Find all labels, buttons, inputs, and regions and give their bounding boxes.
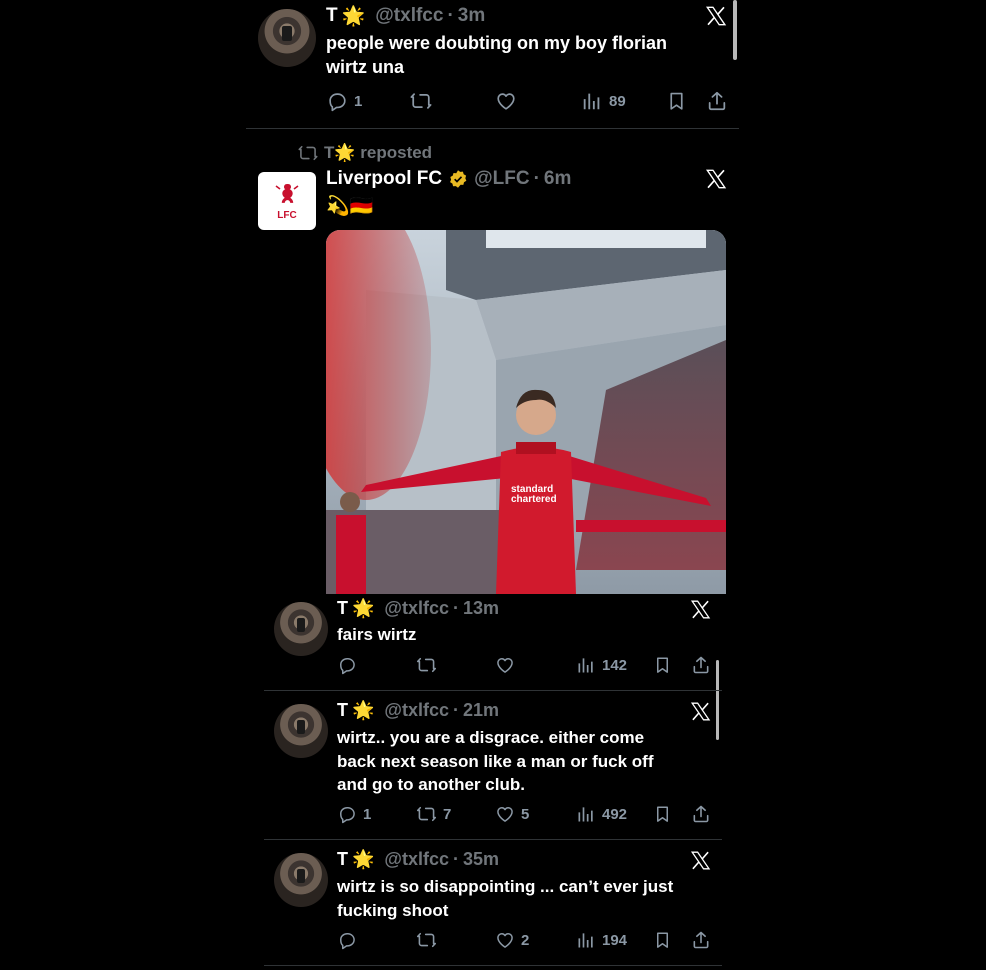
bookmark-button[interactable]	[653, 804, 672, 824]
separator-dot: ·	[453, 849, 459, 869]
like-button[interactable]: 2	[495, 930, 529, 950]
share-button[interactable]	[706, 90, 728, 112]
handle[interactable]: @txlfcc	[384, 598, 449, 619]
separator-dot: ·	[533, 168, 540, 189]
tweet-text: fairs wirtz	[337, 625, 417, 644]
display-name[interactable]: T	[337, 598, 348, 619]
reply-button[interactable]: 1	[326, 90, 362, 112]
handle[interactable]: @txlfcc	[384, 849, 449, 870]
like-count: 2	[521, 931, 530, 949]
x-logo-icon[interactable]	[690, 599, 711, 620]
display-name[interactable]: T	[337, 700, 348, 721]
lfc-avatar[interactable]: LFC	[258, 172, 316, 230]
repost-label: T🌟 reposted	[324, 143, 433, 162]
bookmark-button[interactable]	[653, 655, 672, 675]
reply-count: 1	[354, 92, 363, 110]
share-button[interactable]	[691, 655, 711, 675]
avatar[interactable]	[274, 704, 328, 758]
timestamp[interactable]: 35m	[463, 849, 499, 870]
avatar[interactable]	[274, 853, 328, 907]
avatar[interactable]	[258, 9, 316, 67]
divider	[264, 690, 722, 691]
svg-text:chartered: chartered	[511, 494, 557, 505]
divider	[246, 128, 739, 129]
display-name[interactable]: Liverpool FC	[326, 168, 442, 190]
reply-count: 1	[363, 805, 372, 823]
x-logo-icon[interactable]	[705, 5, 727, 27]
bookmark-button[interactable]	[653, 930, 672, 950]
timestamp[interactable]: 21m	[463, 700, 499, 721]
star-emoji: 🌟	[352, 700, 375, 720]
star-emoji: 🌟	[352, 598, 375, 618]
like-button[interactable]	[495, 90, 523, 112]
like-button[interactable]: 5	[495, 804, 529, 824]
timestamp[interactable]: 3m	[458, 5, 485, 27]
display-name[interactable]: T	[337, 849, 348, 870]
handle[interactable]: @txlfcc	[384, 700, 449, 721]
scrollbar[interactable]	[733, 0, 737, 60]
separator-dot: ·	[453, 700, 459, 720]
tweet-text: 💫🇩🇪	[326, 196, 374, 217]
repost-count: 7	[443, 805, 452, 823]
views-count: 194	[602, 931, 628, 949]
like-button[interactable]	[495, 655, 521, 675]
share-button[interactable]	[691, 804, 711, 824]
tweet-text: wirtz.. you are a disgrace. either come …	[337, 728, 654, 794]
timestamp[interactable]: 13m	[463, 598, 499, 619]
handle[interactable]: @txlfcc	[375, 5, 443, 27]
views-button[interactable]: 492	[576, 804, 627, 824]
stadium-photo: standard chartered	[326, 230, 726, 594]
tweet-text: wirtz is so disappointing ... can’t ever…	[337, 877, 674, 920]
views-button[interactable]: 89	[581, 90, 626, 112]
repost-header[interactable]: T🌟 reposted	[298, 143, 432, 163]
x-logo-icon[interactable]	[690, 701, 711, 722]
repost-button[interactable]: 7	[416, 804, 451, 824]
verified-badge-icon	[450, 170, 467, 188]
repost-button[interactable]	[416, 655, 443, 675]
separator-dot: ·	[453, 598, 459, 618]
views-button[interactable]: 194	[576, 930, 627, 950]
tweet-text: people were doubting on my boy florian w…	[326, 33, 668, 77]
x-logo-icon[interactable]	[705, 168, 727, 190]
display-name[interactable]: T	[326, 5, 338, 27]
views-count: 142	[602, 656, 628, 674]
bookmark-button[interactable]	[666, 90, 687, 112]
repost-button[interactable]	[410, 90, 438, 112]
reply-button[interactable]	[337, 655, 363, 675]
star-emoji: 🌟	[352, 849, 375, 869]
views-count: 492	[602, 805, 628, 823]
avatar[interactable]	[274, 602, 328, 656]
x-logo-icon[interactable]	[690, 850, 711, 871]
repost-button[interactable]	[416, 930, 443, 950]
like-count: 5	[521, 805, 530, 823]
divider	[264, 965, 722, 966]
separator-dot: ·	[447, 5, 454, 26]
reply-button[interactable]	[337, 930, 363, 950]
divider	[264, 839, 722, 840]
repost-icon	[298, 143, 318, 163]
timestamp[interactable]: 6m	[544, 168, 571, 190]
star-emoji: 🌟	[341, 6, 366, 27]
views-count: 89	[609, 92, 626, 110]
liverbird-logo-icon	[275, 184, 299, 203]
views-button[interactable]: 142	[576, 655, 627, 675]
handle[interactable]: @LFC	[474, 168, 529, 190]
share-button[interactable]	[691, 930, 711, 950]
tweet-media-image[interactable]: standard chartered	[326, 230, 726, 594]
reply-button[interactable]: 1	[337, 804, 371, 824]
logo-text: LFC	[277, 210, 297, 221]
